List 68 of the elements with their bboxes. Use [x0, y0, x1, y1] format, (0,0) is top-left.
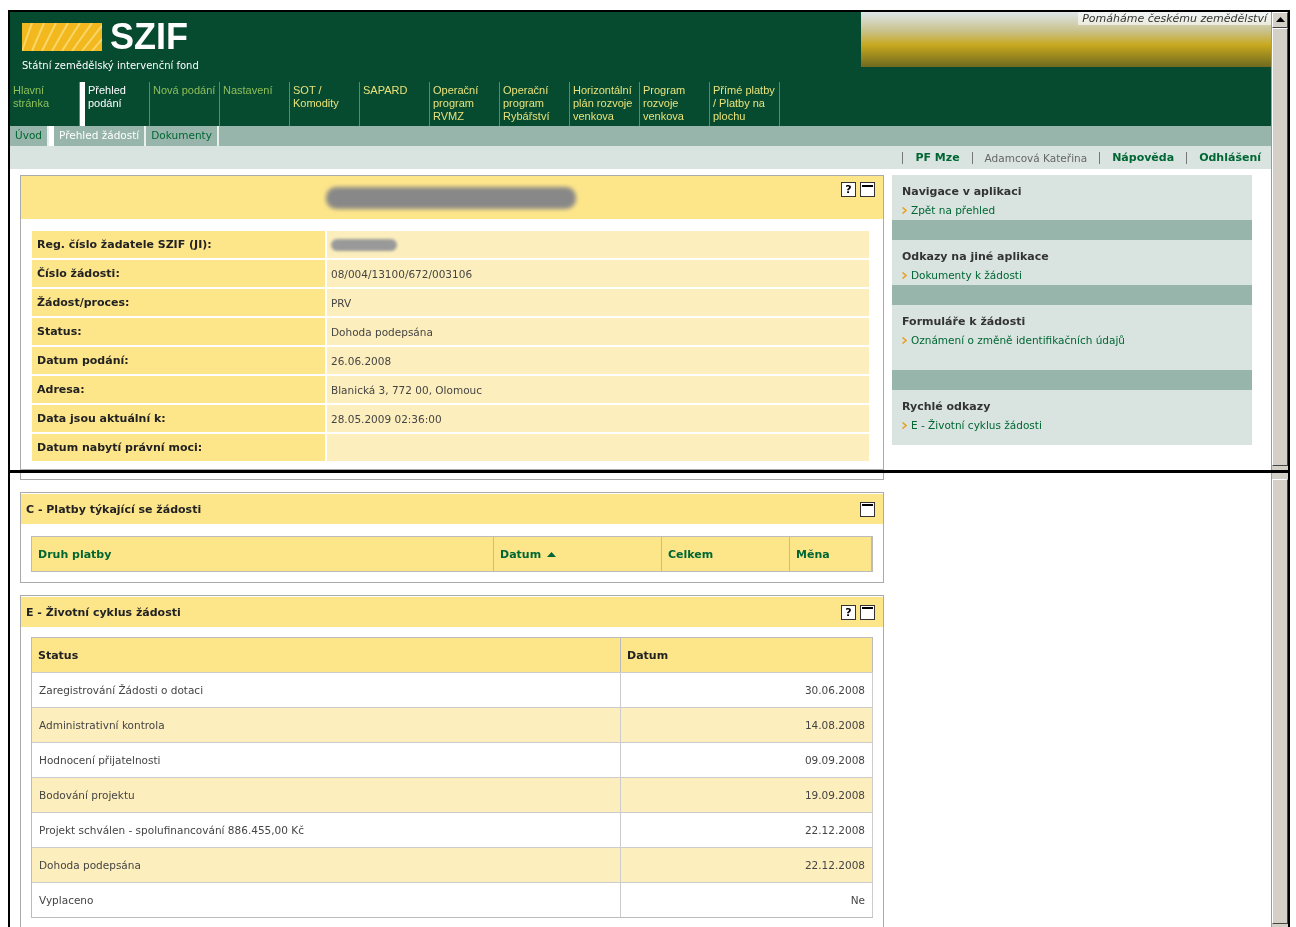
- user-link[interactable]: PF Mze: [915, 151, 960, 165]
- table-cell: 22.12.2008: [621, 847, 873, 882]
- sidebar-link-text: Dokumenty k žádosti: [911, 269, 1022, 281]
- field-label: Reg. číslo žadatele SZIF (JI):: [32, 231, 325, 258]
- column-header[interactable]: Celkem: [662, 537, 790, 571]
- column-header: Status: [32, 638, 621, 672]
- table-cell: Hodnocení přijatelnosti: [32, 742, 621, 777]
- table-cell: Ne: [621, 882, 873, 917]
- chevron-icon: [902, 336, 907, 344]
- redacted-value: [331, 238, 397, 251]
- table-cell: Vyplaceno: [32, 882, 621, 917]
- user-link[interactable]: Odhlášení: [1199, 151, 1261, 165]
- help-button[interactable]: ?: [841, 182, 856, 197]
- field-label: Data jsou aktuální k:: [32, 405, 325, 432]
- up-arrow-icon: [1275, 17, 1285, 23]
- sidebar-heading: Rychlé odkazy: [902, 400, 992, 413]
- sidebar-link[interactable]: E - Životní cyklus žádosti: [902, 419, 1242, 431]
- table-cell: Bodování projektu: [32, 777, 621, 812]
- table-cell: Dohoda podepsána: [32, 847, 621, 882]
- field-value: PRV: [327, 289, 869, 316]
- sidebar-heading: Formuláře k žádosti: [902, 315, 1027, 328]
- table-cell: 30.06.2008: [621, 672, 873, 707]
- chevron-icon: [902, 206, 907, 214]
- sidebar-link[interactable]: Zpět na přehled: [902, 204, 1242, 216]
- column-header: Datum: [621, 638, 873, 672]
- minimize-button[interactable]: [860, 182, 875, 197]
- field-value: Dohoda podepsána: [327, 318, 869, 345]
- sidebar-link[interactable]: Oznámení o změně identifikačních údajů: [902, 334, 1242, 346]
- field-value: Blanická 3, 772 00, Olomouc: [327, 376, 869, 403]
- chevron-icon: [902, 271, 907, 279]
- logo-text: SZIF: [110, 20, 188, 54]
- field-value: 08/004/13100/672/003106: [327, 260, 869, 287]
- field-label: Číslo žádosti:: [32, 260, 325, 287]
- column-header[interactable]: Druh platby: [32, 537, 494, 571]
- scroll-up-button[interactable]: [1272, 12, 1288, 28]
- panel-title: E - Životní cyklus žádosti: [26, 605, 181, 619]
- user-link[interactable]: Nápověda: [1112, 151, 1175, 165]
- field-value: 28.05.2009 02:36:00: [327, 405, 869, 432]
- minimize-button[interactable]: [860, 501, 875, 517]
- banner-slogan: Pomáháme českému zemědělství: [1078, 12, 1271, 25]
- field-label: Status:: [32, 318, 325, 345]
- panel-title: C - Platby týkající se žádosti: [26, 502, 202, 516]
- sidebar-link[interactable]: Dokumenty k žádosti: [902, 269, 1242, 281]
- chevron-icon: [902, 421, 907, 429]
- logo-subtitle: Státní zemědělský intervenční fond: [22, 60, 199, 71]
- table-cell: 09.09.2008: [621, 742, 873, 777]
- table-cell: 14.08.2008: [621, 707, 873, 742]
- user-name: Adamcová Kateřina: [984, 151, 1088, 164]
- field-label: Datum nabytí právní moci:: [32, 434, 325, 461]
- field-label: Datum podání:: [32, 347, 325, 374]
- table-cell: Administrativní kontrola: [32, 707, 621, 742]
- table-cell: Zaregistrování Žádosti o dotaci: [32, 672, 621, 707]
- table-cell: Projekt schválen - spolufinancování 886.455,00 Kč: [32, 812, 621, 847]
- field-label: Adresa:: [32, 376, 325, 403]
- sidebar-heading: Navigace v aplikaci: [902, 185, 1023, 198]
- sidebar-link-text: Zpět na přehled: [911, 204, 996, 216]
- column-header[interactable]: Datum: [494, 537, 662, 571]
- help-button[interactable]: ?: [841, 604, 856, 620]
- table-cell: 22.12.2008: [621, 812, 873, 847]
- sidebar-heading: Odkazy na jiné aplikace: [902, 250, 1050, 263]
- field-value: 26.06.2008: [327, 347, 869, 374]
- minimize-button[interactable]: [860, 604, 875, 620]
- sidebar-link-text: E - Životní cyklus žádosti: [911, 419, 1042, 431]
- table-cell: 19.09.2008: [621, 777, 873, 812]
- logo-field-icon: [22, 23, 102, 51]
- column-header[interactable]: Měna: [790, 537, 872, 571]
- sidebar-link-text: Oznámení o změně identifikačních údajů: [911, 334, 1125, 346]
- field-label: Žádost/proces:: [32, 289, 325, 316]
